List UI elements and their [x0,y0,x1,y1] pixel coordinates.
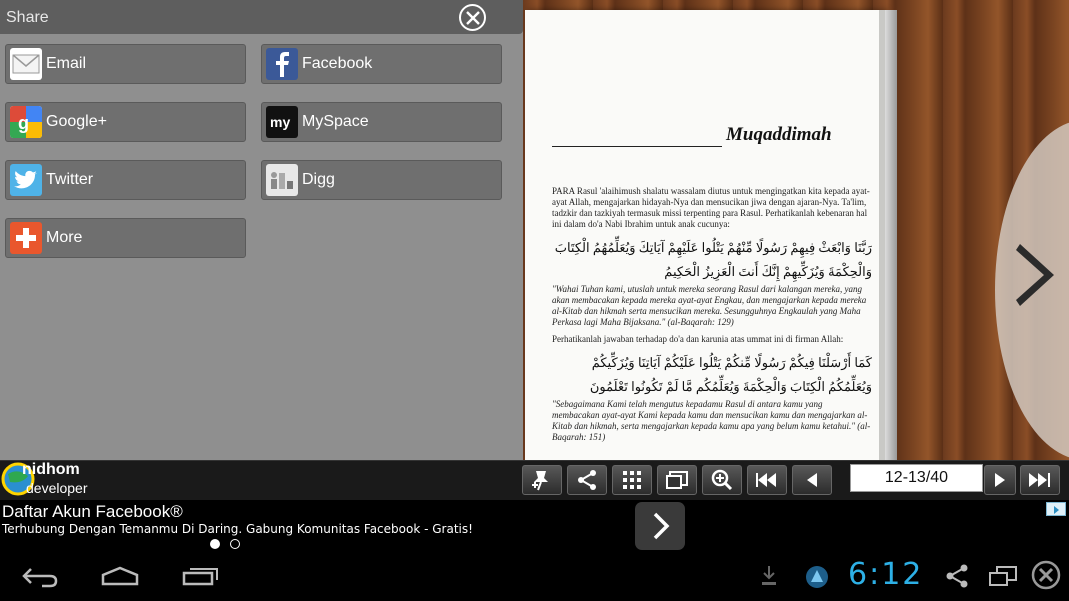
google-plus-icon: g [10,106,42,138]
share-myspace-button[interactable]: my MySpace [261,102,502,142]
arabic-verse: وَالْحِكْمَةَ وَيُزَكِّيهِمْ إِنَّكَ أَن… [664,264,872,279]
share-twitter-label: Twitter [46,171,94,188]
last-page-button[interactable] [1020,465,1060,495]
carousel-dot-active[interactable] [210,539,220,549]
paragraph: Perhatikanlah jawaban terhadap do'a dan … [552,334,844,344]
ad-choices-icon[interactable] [1046,502,1066,516]
download-icon [760,564,778,593]
play-icon [995,473,1005,487]
zoom-button[interactable] [702,465,742,495]
share-more-label: More [46,229,83,246]
email-icon [10,48,42,80]
status-clock: 6:12 [848,557,924,592]
close-icon [466,11,480,25]
translation: "Sebagaimana Kami telah mengutus kepadam… [552,399,871,442]
share-email-button[interactable]: Email [5,44,246,84]
first-page-button[interactable] [747,465,787,495]
chevron-right-icon[interactable] [1012,240,1062,310]
share-icon[interactable] [944,563,970,594]
share-more-button[interactable]: More [5,218,246,258]
close-button[interactable] [459,4,486,31]
grid-icon [623,471,641,489]
myspace-icon: my [266,106,298,138]
window-icon[interactable] [988,565,1018,592]
chevron-right-icon [653,512,670,540]
share-myspace-label: MySpace [302,113,369,130]
ad-subtitle: Terhubung Dengan Temanmu Di Daring. Gabu… [2,522,473,536]
chapter-heading: Muqaddimah [726,124,832,145]
share-twitter-button[interactable]: Twitter [5,160,246,200]
share-header: Share [0,0,523,34]
page-view-button[interactable] [657,465,697,495]
arabic-verse: رَبَّنَا وَابْعَثْ فِيهِمْ رَسُولًا مِّن… [554,240,872,255]
svg-text:g: g [18,113,29,133]
share-digg-label: Digg [302,171,335,188]
logo-line1: nidhom [22,461,80,478]
digg-icon [266,164,298,196]
bookmark-button[interactable] [522,465,562,495]
carousel-dot[interactable] [230,539,240,549]
recent-apps-icon[interactable] [182,566,220,591]
share-digg-button[interactable]: Digg [261,160,502,200]
sync-icon [804,564,830,595]
page-edge [885,10,897,460]
facebook-icon [266,48,298,80]
share-email-label: Email [46,55,87,72]
next-page-button[interactable] [984,465,1016,495]
play-back-icon [807,473,817,487]
zoom-in-icon [711,469,733,491]
pin-icon [532,471,548,491]
ad-open-button[interactable] [635,502,685,550]
page-body: PARA Rasul 'alaihimush shalatu wassalam … [552,186,872,449]
share-facebook-label: Facebook [302,55,373,72]
paragraph: PARA Rasul 'alaihimush shalatu wassalam … [552,186,870,229]
share-google-plus-button[interactable]: g Google+ [5,102,246,142]
share-icon [578,470,596,490]
developer-logo: nidhom developer [0,460,100,500]
logo-line2: developer [26,480,88,496]
heading-rule [552,146,722,147]
window-icon [666,471,688,489]
home-icon[interactable] [100,566,140,591]
back-icon[interactable] [22,566,58,593]
arabic-verse: كَمَا أَرْسَلْنَا فِيكُمْ رَسُولًا مِّنك… [591,355,872,370]
share-button[interactable] [567,465,607,495]
share-facebook-button[interactable]: Facebook [261,44,502,84]
arabic-verse: وَيُعَلِّمُكُمُ الْكِتَابَ وَالْحِكْمَةَ… [589,379,872,394]
translation: "Wahai Tuhan kami, utuslah untuk mereka … [552,284,867,327]
share-title: Share [6,9,49,26]
ad-title[interactable]: Daftar Akun Facebook® [2,502,183,522]
twitter-icon [10,164,42,196]
skip-back-icon [756,473,776,487]
previous-page-button[interactable] [792,465,832,495]
svg-text:my: my [270,114,290,130]
skip-forward-icon [1029,473,1050,487]
thumbnails-button[interactable] [612,465,652,495]
close-icon[interactable] [1031,560,1061,595]
page-indicator-field[interactable]: 12-13/40 [850,464,983,492]
plus-icon [10,222,42,254]
share-google-plus-label: Google+ [46,113,107,130]
